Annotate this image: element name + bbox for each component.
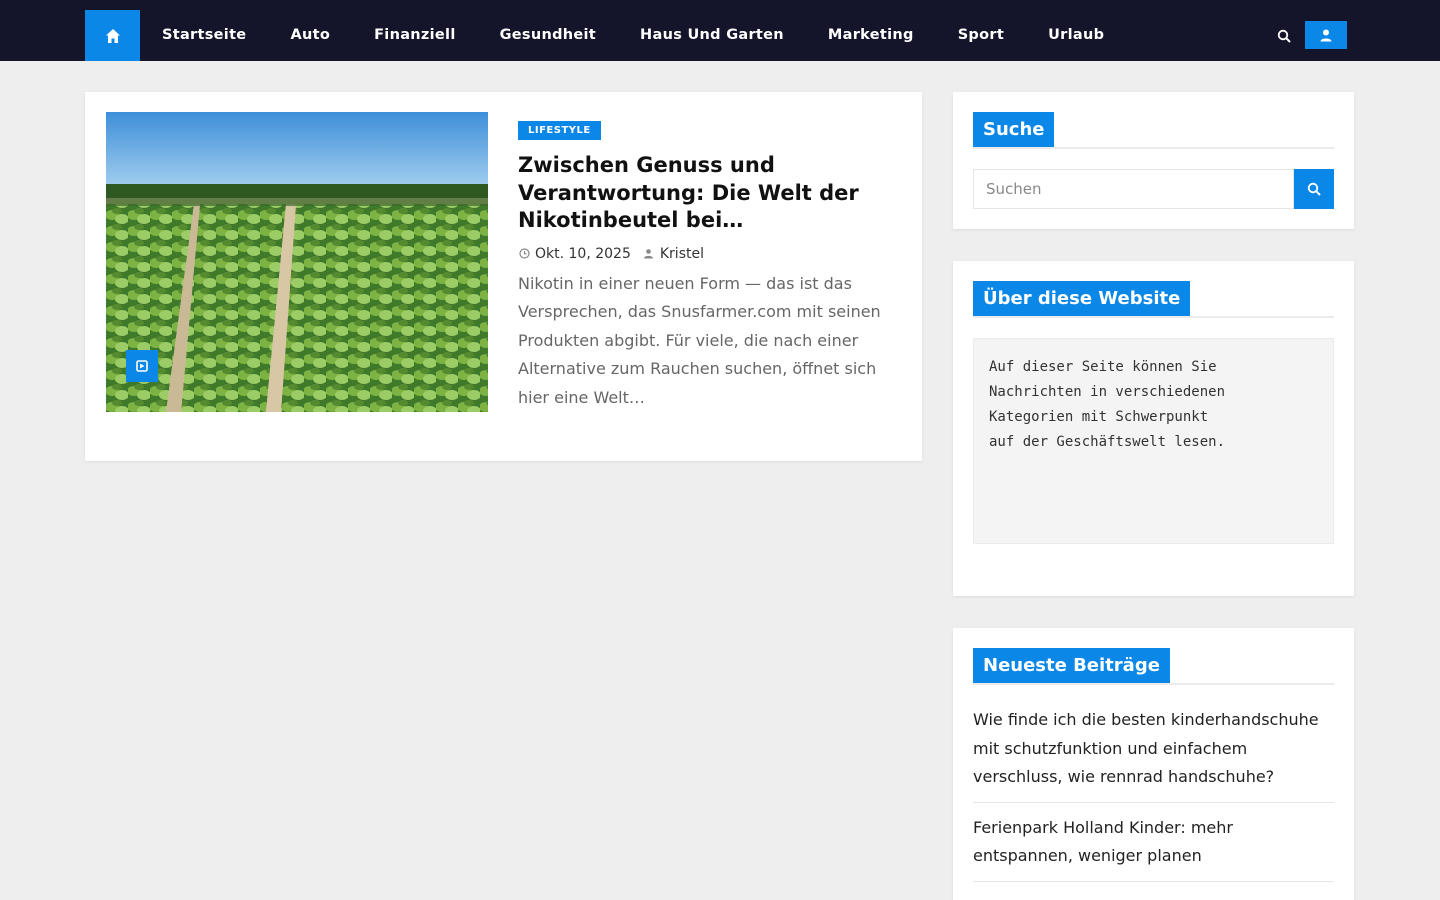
top-navbar: Startseite Auto Finanziell Gesundheit Ha… xyxy=(0,0,1440,61)
nav-item-finanziell[interactable]: Finanziell xyxy=(352,27,478,43)
search-widget-title: Suche xyxy=(973,112,1055,147)
search-form xyxy=(973,169,1334,209)
post-title[interactable]: Zwischen Genuss und Verantwortung: Die W… xyxy=(518,152,898,235)
nav-item-sport[interactable]: Sport xyxy=(936,27,1026,43)
search-widget: Suche xyxy=(953,92,1354,229)
recent-posts-header: Neueste Beiträge xyxy=(973,648,1334,685)
nav-item-marketing[interactable]: Marketing xyxy=(806,27,936,43)
about-widget: Über diese Website Auf dieser Seite könn… xyxy=(953,261,1354,596)
category-badge[interactable]: LIFESTYLE xyxy=(518,121,601,140)
post-body: LIFESTYLE Zwischen Genuss und Verantwort… xyxy=(518,118,898,412)
post-thumbnail[interactable] xyxy=(106,112,488,412)
tobacco-field-image xyxy=(106,112,488,412)
post-author-wrap: Kristel xyxy=(643,246,704,262)
recent-posts-list: Wie finde ich die besten kinderhandschuh… xyxy=(973,703,1334,900)
search-icon xyxy=(1277,29,1291,43)
search-input[interactable] xyxy=(973,169,1294,209)
search-widget-header: Suche xyxy=(973,112,1334,149)
home-button[interactable] xyxy=(85,10,140,61)
author-icon xyxy=(643,247,655,261)
nav-account-button[interactable] xyxy=(1305,21,1347,49)
nav-item-auto[interactable]: Auto xyxy=(268,27,352,43)
link-icon xyxy=(136,360,148,372)
user-icon xyxy=(1320,29,1332,42)
home-icon xyxy=(105,28,120,43)
recent-posts-widget: Neueste Beiträge Wie finde ich die beste… xyxy=(953,628,1354,900)
about-box: Auf dieser Seite können Sie Nachrichten … xyxy=(973,338,1334,544)
nav-search-button[interactable] xyxy=(1272,24,1296,48)
about-widget-title: Über diese Website xyxy=(973,281,1191,316)
recent-post-link[interactable]: Ferienpark Holland Kinder: mehr entspann… xyxy=(973,811,1334,882)
search-submit-button[interactable] xyxy=(1294,169,1334,209)
clock-icon xyxy=(518,247,530,261)
post-meta: Okt. 10, 2025 Kristel xyxy=(518,245,898,263)
post-excerpt: Nikotin in einer neuen Form — das ist da… xyxy=(518,273,881,407)
post-format-badge[interactable] xyxy=(126,350,158,382)
post-card: LIFESTYLE Zwischen Genuss und Verantwort… xyxy=(85,92,922,461)
post-date[interactable]: Okt. 10, 2025 xyxy=(535,246,631,262)
about-widget-header: Über diese Website xyxy=(973,281,1334,318)
nav-item-startseite[interactable]: Startseite xyxy=(140,27,268,43)
about-text: Auf dieser Seite können Sie Nachrichten … xyxy=(989,359,1226,450)
nav-item-gesundheit[interactable]: Gesundheit xyxy=(478,27,618,43)
recent-posts-title: Neueste Beiträge xyxy=(973,648,1170,683)
nav-item-haus-und-garten[interactable]: Haus Und Garten xyxy=(618,27,806,43)
recent-post-link[interactable]: Kunstpflanzen groß wie echt: Große wirku… xyxy=(973,890,1334,900)
post-author[interactable]: Kristel xyxy=(660,246,704,262)
main-menu: Startseite Auto Finanziell Gesundheit Ha… xyxy=(140,0,1126,70)
recent-post-link[interactable]: Wie finde ich die besten kinderhandschuh… xyxy=(973,703,1334,803)
search-icon xyxy=(1307,182,1321,196)
nav-item-urlaub[interactable]: Urlaub xyxy=(1026,27,1126,43)
